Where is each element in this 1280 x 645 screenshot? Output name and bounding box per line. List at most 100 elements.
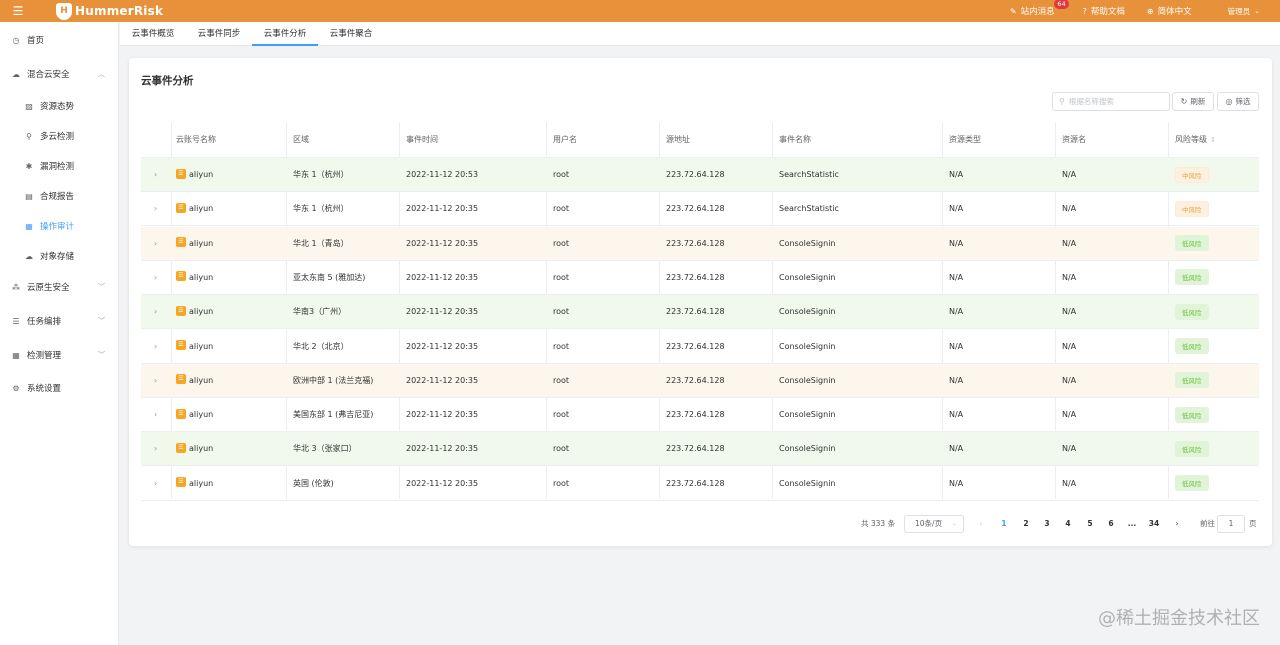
sidebar-item-object-storage[interactable]: ☁ 对象存储 (0, 246, 119, 266)
table-row[interactable]: › ☰ aliyun 华北 3（张家口） 2022-11-12 20:35 root 223… (141, 432, 1259, 467)
cell-account-text: aliyun (189, 307, 214, 317)
cell-user: root (553, 432, 569, 466)
table-row[interactable]: › ☰ aliyun 欧洲中部 1 (法兰克福) 2022-11-12 20:35 roo… (141, 363, 1259, 398)
table-row[interactable]: › ☰ aliyun 华南3（广州） 2022-11-12 20:35 root 223.7… (141, 295, 1259, 330)
expand-row-icon[interactable]: › (154, 398, 157, 432)
table-row[interactable]: › ☰ aliyun 华东 1（杭州） 2022-11-12 20:53 root 223.… (141, 158, 1259, 192)
next-page-button[interactable]: › (1168, 515, 1186, 533)
cell-region-text: 华北 1（青岛） (293, 238, 349, 248)
expand-row-icon[interactable]: › (154, 261, 157, 295)
tab-aggregation[interactable]: 云事件聚合 (322, 22, 380, 46)
language-switch[interactable]: ⊕ 简体中文 (1147, 5, 1192, 18)
sidebar-item-multicloud-scan[interactable]: ⚲ 多云检测 (0, 126, 119, 146)
cell-user: root (553, 398, 569, 432)
messages-link[interactable]: ✎ 站内消息 64 (1010, 0, 1069, 17)
help-label: 帮助文档 (1090, 7, 1125, 17)
user-menu[interactable]: 管理员 ⌄ (1214, 6, 1260, 17)
cell-resource-type-text: N/A (949, 375, 964, 385)
clock-icon: ◷ (12, 35, 20, 45)
page-6[interactable]: 6 (1102, 515, 1120, 533)
cell-event-name-text: ConsoleSignin (779, 307, 836, 317)
table-row[interactable]: › ☰ aliyun 英国 (伦敦) 2022-11-12 20:35 root 223.7… (141, 467, 1259, 501)
table-row[interactable]: › ☰ aliyun 华北 2（北京） 2022-11-12 20:35 root 223.… (141, 330, 1259, 364)
prev-page-button[interactable]: ‹ (972, 515, 990, 533)
cell-event-time: 2022-11-12 20:53 (406, 158, 478, 192)
refresh-label: 刷新 (1190, 97, 1206, 106)
sidebar-item-hybrid-cloud[interactable]: ☁ 混合云安全 ︿ (0, 64, 119, 84)
sidebar-item-home[interactable]: ◷ 首页 (0, 30, 119, 50)
cell-account-text: aliyun (189, 204, 214, 214)
expand-row-icon[interactable]: › (154, 467, 157, 501)
table-row[interactable]: › ☰ aliyun 华东 1（杭州） 2022-11-12 20:35 root 223.… (141, 192, 1259, 227)
page-2[interactable]: 2 (1017, 515, 1035, 533)
tab-analysis[interactable]: 云事件分析 (252, 22, 318, 46)
brand-logo[interactable]: H HummerRisk (56, 2, 163, 20)
page-3[interactable]: 3 (1038, 515, 1056, 533)
cell-event-name-text: ConsoleSignin (779, 478, 836, 488)
sidebar-item-resource-posture[interactable]: ▨ 资源态势 (0, 96, 119, 116)
page-1[interactable]: 1 (995, 515, 1013, 533)
goto-prefix: 前往 (1200, 519, 1215, 528)
cell-region-text: 华北 2（北京） (293, 341, 349, 351)
table-row[interactable]: › ☰ aliyun 华北 1（青岛） 2022-11-12 20:35 root 223.… (141, 226, 1259, 261)
tab-overview[interactable]: 云事件概览 (124, 22, 182, 46)
expand-row-icon[interactable]: › (154, 227, 157, 261)
expand-row-icon[interactable]: › (154, 158, 157, 192)
sidebar-item-label: 对象存储 (40, 252, 75, 262)
goto-page-input[interactable]: 1 (1217, 515, 1245, 533)
filter-label: 筛选 (1235, 97, 1251, 106)
expand-row-icon[interactable]: › (154, 295, 157, 329)
col-risk-label: 风险等级 (1175, 135, 1207, 144)
list-icon: ☰ (12, 316, 20, 326)
cell-resource-name: N/A (1062, 432, 1076, 466)
cell-resource-name-text: N/A (1062, 307, 1077, 317)
cell-event-name-text: ConsoleSignin (779, 410, 836, 420)
sidebar-item-detection-mgmt[interactable]: ▦ 检测管理 ﹀ (0, 345, 119, 365)
search-input[interactable]: ⚲ 根据名称搜索 (1052, 92, 1170, 111)
page-4[interactable]: 4 (1059, 515, 1077, 533)
cell-account-text: aliyun (189, 375, 214, 385)
aliyun-icon: ☰ (176, 305, 186, 316)
sidebar-item-settings[interactable]: ⚙ 系统设置 (0, 378, 119, 398)
sidebar-item-cloud-native[interactable]: ⁂ 云原生安全 ﹀ (0, 277, 119, 297)
sidebar-item-compliance[interactable]: ▤ 合规报告 (0, 186, 119, 206)
sidebar-item-vuln-scan[interactable]: ✱ 漏洞检测 (0, 156, 119, 176)
chevron-up-icon: ︿ (98, 70, 105, 78)
sidebar-item-tasks[interactable]: ☰ 任务编排 ﹀ (0, 311, 119, 331)
sidebar-item-audit[interactable]: ▦ 操作审计 (0, 216, 119, 236)
col-account: 云账号名称 (176, 135, 216, 144)
tab-sync[interactable]: 云事件同步 (190, 22, 248, 46)
cell-source-ip: 223.72.64.128 (666, 261, 725, 295)
expand-row-icon[interactable]: › (154, 330, 157, 364)
sidebar: ◷ 首页 ☁ 混合云安全 ︿ ▨ 资源态势 ⚲ 多云检测 ✱ 漏洞检测 ▤ 合规… (0, 22, 119, 645)
table-row[interactable]: › ☰ aliyun 亚太东南 5 (雅加达) 2022-11-12 20:35 root… (141, 261, 1259, 295)
expand-row-icon[interactable]: › (154, 192, 157, 226)
cell-resource-type-text: N/A (949, 238, 964, 248)
cell-resource-type: N/A (949, 261, 963, 295)
cell-source-ip: 223.72.64.128 (666, 227, 725, 261)
aliyun-icon: ☰ (176, 442, 186, 453)
page-size-select[interactable]: 10条/页 ⌄ (904, 515, 964, 533)
cell-event-name-text: SearchStatistic (779, 170, 839, 179)
expand-row-icon[interactable]: › (154, 364, 157, 398)
cell-event-time: 2022-11-12 20:35 (406, 364, 478, 398)
page-34[interactable]: 34 (1145, 515, 1163, 533)
cell-account: ☰ aliyun (176, 158, 213, 192)
page-ellipsis[interactable]: ... (1123, 515, 1141, 533)
cluster-icon: ⁂ (12, 282, 20, 292)
cell-resource-type-text: N/A (949, 410, 964, 420)
chevron-right-icon: › (1175, 519, 1179, 528)
table-row[interactable]: › ☰ aliyun 美国东部 1 (弗吉尼亚) 2022-11-12 20:35 roo… (141, 398, 1259, 433)
cell-event-name-text: ConsoleSignin (779, 444, 836, 454)
help-link[interactable]: ? 帮助文档 (1083, 5, 1125, 18)
menu-toggle-icon[interactable]: ☰ (0, 0, 36, 22)
expand-row-icon[interactable]: › (154, 432, 157, 466)
filter-button[interactable]: ◎ 筛选 (1217, 92, 1259, 111)
sort-icon[interactable]: ⇕ (1210, 136, 1216, 144)
cell-event-name-text: ConsoleSignin (779, 238, 836, 248)
col-risk-level[interactable]: 风险等级 ⇕ (1175, 122, 1216, 158)
cell-event-time-text: 2022-11-12 20:35 (406, 272, 479, 282)
refresh-button[interactable]: ↻ 刷新 (1172, 92, 1214, 111)
page-5[interactable]: 5 (1081, 515, 1099, 533)
chevron-down-icon: ﹀ (98, 317, 105, 325)
